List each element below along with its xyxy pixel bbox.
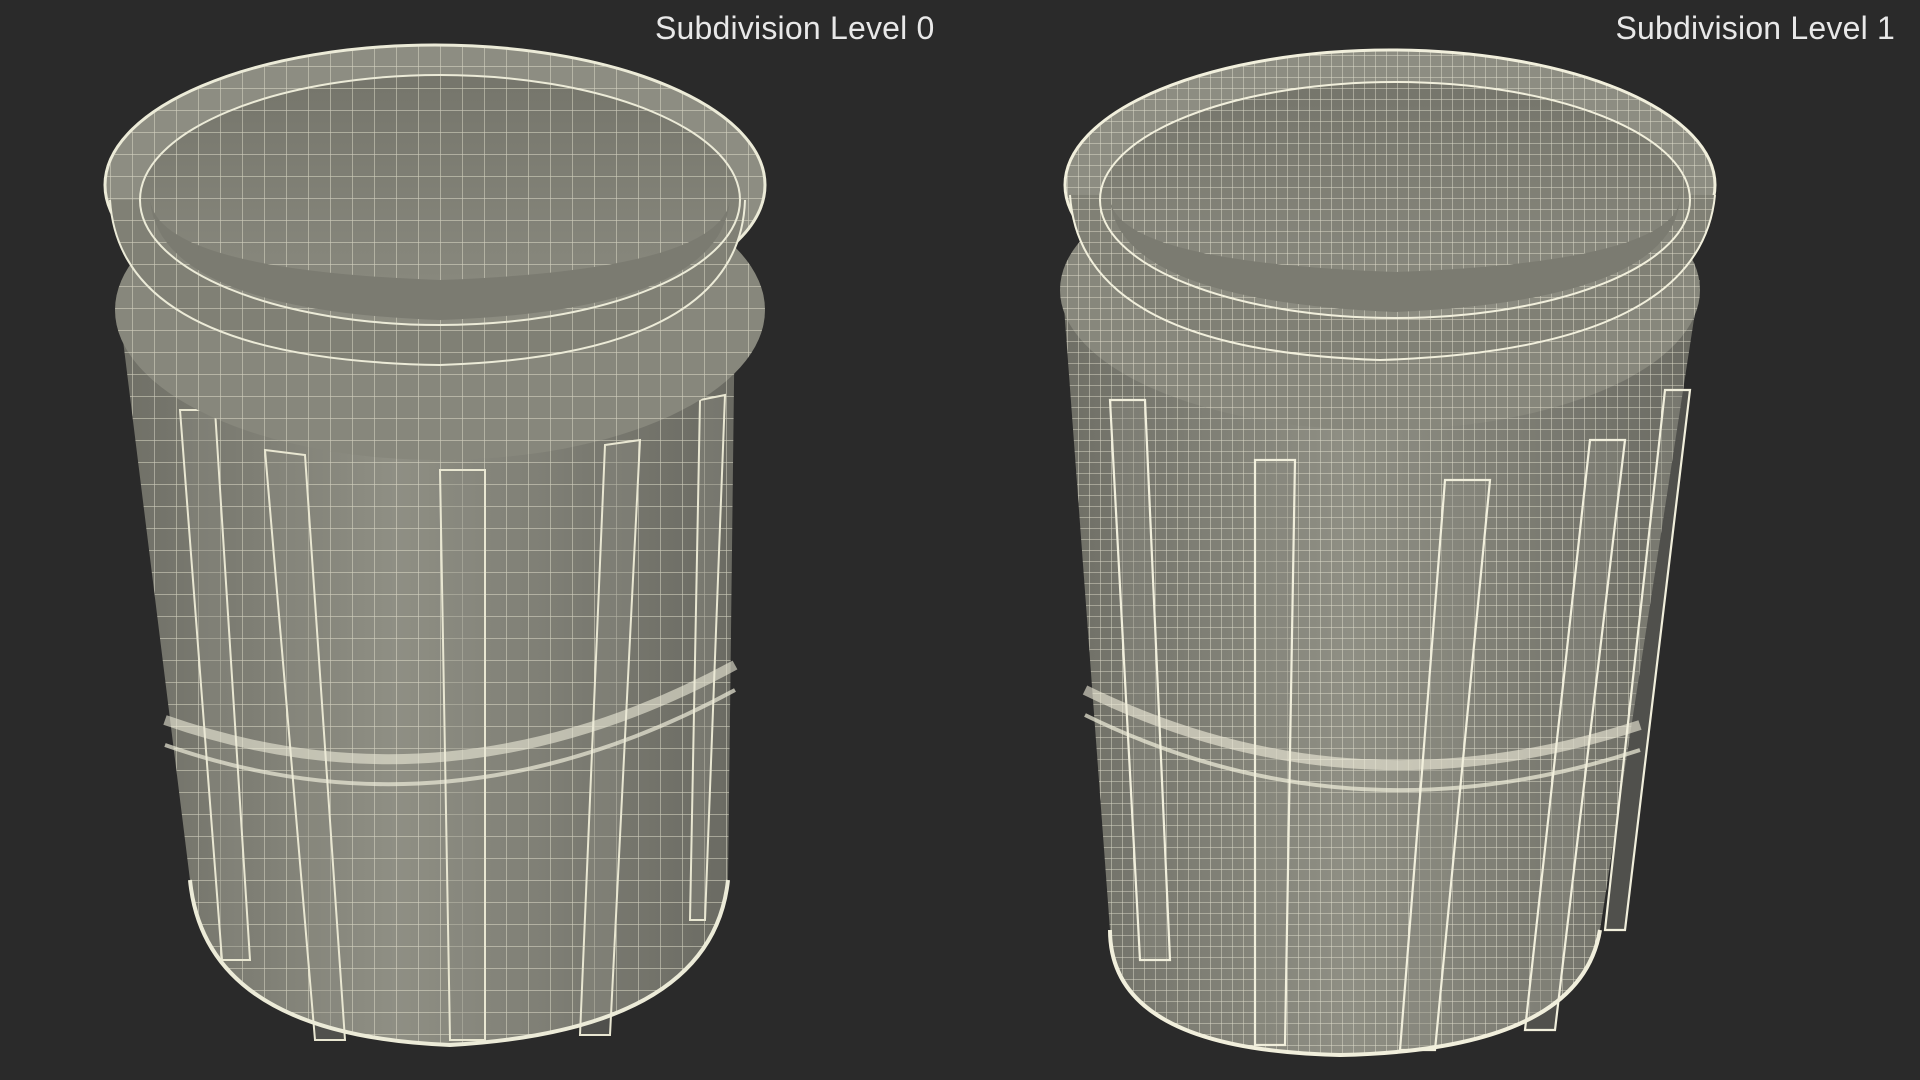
basket-subdivided — [1060, 48, 1717, 1058]
render-viewport: Subdivision Level 0 Subdivision Level 1 — [0, 0, 1920, 1080]
basket-low-poly — [103, 43, 767, 1048]
label-subdivision-level-1: Subdivision Level 1 — [1615, 10, 1895, 46]
render-scene — [103, 43, 1717, 1058]
label-subdivision-level-0: Subdivision Level 0 — [655, 10, 935, 46]
